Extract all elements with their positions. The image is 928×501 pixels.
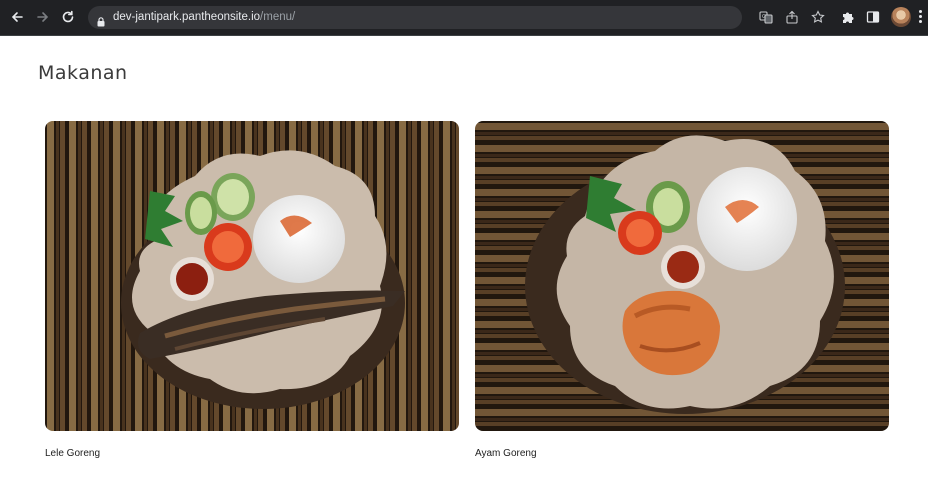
page-title: Makanan: [38, 62, 128, 84]
profile-avatar[interactable]: [891, 7, 911, 27]
fried-chicken-plate-photo[interactable]: [475, 121, 889, 431]
menu-item-name: Lele Goreng: [45, 448, 101, 459]
forward-arrow-icon[interactable]: [34, 8, 52, 26]
menu-card-ayam-goreng[interactable]: Ayam Goreng: [475, 121, 889, 459]
fried-catfish-plate-photo[interactable]: [45, 121, 459, 431]
address-bar[interactable]: dev-jantipark.pantheonsite.io/menu/: [88, 6, 742, 29]
bookmark-star-icon[interactable]: [810, 9, 826, 25]
url-text: dev-jantipark.pantheonsite.io/menu/: [113, 10, 295, 25]
reload-icon[interactable]: [59, 8, 77, 26]
url-host: dev-jantipark.pantheonsite.io: [113, 11, 261, 23]
back-arrow-icon[interactable]: [8, 8, 26, 26]
menu-card-lele-goreng[interactable]: Lele Goreng: [45, 121, 459, 459]
translate-icon[interactable]: G: [758, 9, 774, 25]
menu-item-name: Ayam Goreng: [475, 448, 537, 459]
browser-menu-icon[interactable]: [919, 10, 923, 24]
svg-text:G: G: [762, 14, 766, 20]
lock-icon: [97, 12, 105, 31]
browser-toolbar: dev-jantipark.pantheonsite.io/menu/ G: [0, 0, 928, 35]
share-icon[interactable]: [784, 9, 800, 25]
side-panel-icon[interactable]: [865, 9, 881, 25]
extensions-puzzle-icon[interactable]: [840, 9, 856, 25]
url-path: /menu/: [260, 11, 296, 23]
toolbar-divider: [0, 35, 928, 36]
